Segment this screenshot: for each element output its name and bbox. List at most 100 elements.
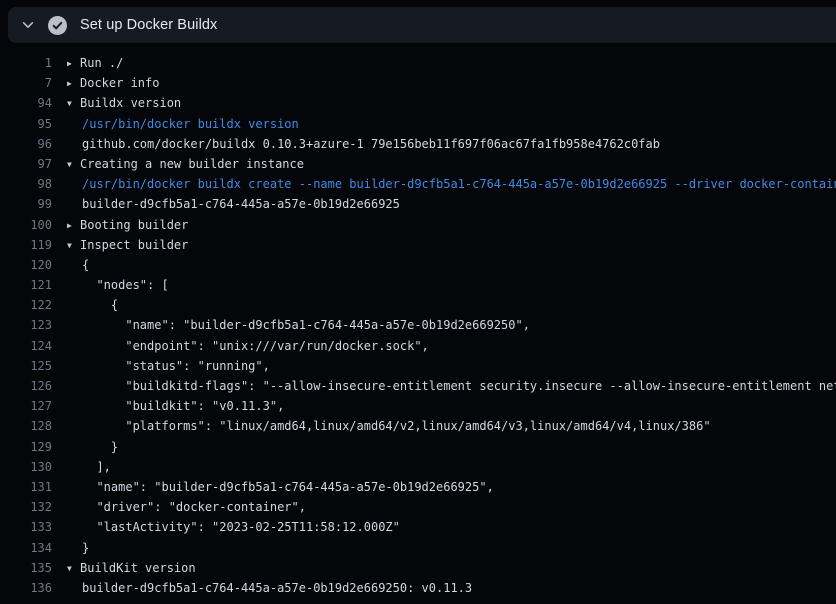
log-text: "name": "builder-d9cfb5a1-c764-445a-a57e… <box>52 315 530 335</box>
log-line: 99builder-d9cfb5a1-c764-445a-a57e-0b19d2… <box>0 194 836 214</box>
command-text: /usr/bin/docker buildx version <box>52 114 299 134</box>
group-title: BuildKit version <box>80 561 196 575</box>
log-text: "buildkitd-flags": "--allow-insecure-ent… <box>52 376 836 396</box>
log-line: 127 "buildkit": "v0.11.3", <box>0 396 836 416</box>
log-text: "platforms": "linux/amd64,linux/amd64/v2… <box>52 416 711 436</box>
triangle-right-icon: ▶ <box>67 216 80 236</box>
step-title: Set up Docker Buildx <box>80 17 217 33</box>
log-line: 124 "endpoint": "unix:///var/run/docker.… <box>0 336 836 356</box>
log-text: } <box>52 538 89 558</box>
log-line: 122 { <box>0 295 836 315</box>
group-title: Creating a new builder instance <box>80 157 304 171</box>
line-number[interactable]: 134 <box>0 538 52 558</box>
log-text: "name": "builder-d9cfb5a1-c764-445a-a57e… <box>52 477 494 497</box>
line-number[interactable]: 99 <box>0 194 52 214</box>
log-line: 125 "status": "running", <box>0 356 836 376</box>
line-number[interactable]: 100 <box>0 215 52 235</box>
log-group-header[interactable]: ▶Run ./ <box>52 53 123 74</box>
line-number[interactable]: 122 <box>0 295 52 315</box>
triangle-right-icon: ▶ <box>67 54 80 74</box>
line-number[interactable]: 96 <box>0 134 52 154</box>
log-lines: 1▶Run ./7▶Docker info94▼Buildx version95… <box>0 53 836 598</box>
log-line: 133 "lastActivity": "2023-02-25T11:58:12… <box>0 517 836 537</box>
log-line: 134} <box>0 538 836 558</box>
line-number[interactable]: 7 <box>0 73 52 93</box>
log-group-header[interactable]: ▶Docker info <box>52 73 159 94</box>
line-number[interactable]: 97 <box>0 154 52 174</box>
line-number[interactable]: 129 <box>0 437 52 457</box>
line-number[interactable]: 128 <box>0 416 52 436</box>
line-number[interactable]: 1 <box>0 53 52 73</box>
log-line: 97▼Creating a new builder instance <box>0 154 836 174</box>
log-text: "buildkit": "v0.11.3", <box>52 396 284 416</box>
triangle-right-icon: ▶ <box>67 74 80 94</box>
group-title: Docker info <box>80 76 159 90</box>
log-group-header[interactable]: ▼BuildKit version <box>52 558 196 579</box>
line-number[interactable]: 135 <box>0 558 52 578</box>
line-number[interactable]: 124 <box>0 336 52 356</box>
log-line: 136builder-d9cfb5a1-c764-445a-a57e-0b19d… <box>0 578 836 598</box>
line-number[interactable]: 127 <box>0 396 52 416</box>
log-text: "lastActivity": "2023-02-25T11:58:12.000… <box>52 517 400 537</box>
log-line: 119▼Inspect builder <box>0 235 836 255</box>
log-line: 129 } <box>0 437 836 457</box>
log-container: 1▶Run ./7▶Docker info94▼Buildx version95… <box>0 43 836 604</box>
chevron-down-icon[interactable] <box>21 18 35 32</box>
log-text: { <box>52 295 118 315</box>
log-text: { <box>52 255 89 275</box>
line-number[interactable]: 132 <box>0 497 52 517</box>
line-number[interactable]: 126 <box>0 376 52 396</box>
log-text: builder-d9cfb5a1-c764-445a-a57e-0b19d2e6… <box>52 194 400 214</box>
log-text: ], <box>52 457 111 477</box>
triangle-down-icon: ▼ <box>67 94 80 114</box>
line-number[interactable]: 121 <box>0 275 52 295</box>
line-number[interactable]: 94 <box>0 93 52 113</box>
log-group-header[interactable]: ▼Creating a new builder instance <box>52 154 304 175</box>
line-number[interactable]: 133 <box>0 517 52 537</box>
log-text: builder-d9cfb5a1-c764-445a-a57e-0b19d2e6… <box>52 578 472 598</box>
log-line: 135▼BuildKit version <box>0 558 836 578</box>
log-group-header[interactable]: ▼Buildx version <box>52 93 181 114</box>
line-number[interactable]: 123 <box>0 315 52 335</box>
log-line: 95/usr/bin/docker buildx version <box>0 114 836 134</box>
log-line: 100▶Booting builder <box>0 215 836 235</box>
group-title: Buildx version <box>80 96 181 110</box>
log-line: 128 "platforms": "linux/amd64,linux/amd6… <box>0 416 836 436</box>
triangle-down-icon: ▼ <box>67 155 80 175</box>
log-text: } <box>52 437 118 457</box>
log-text: "endpoint": "unix:///var/run/docker.sock… <box>52 336 429 356</box>
log-group-header[interactable]: ▼Inspect builder <box>52 235 188 256</box>
line-number[interactable]: 131 <box>0 477 52 497</box>
triangle-down-icon: ▼ <box>67 559 80 579</box>
check-circle-icon <box>48 16 67 35</box>
line-number[interactable]: 119 <box>0 235 52 255</box>
group-title: Booting builder <box>80 218 188 232</box>
log-line: 123 "name": "builder-d9cfb5a1-c764-445a-… <box>0 315 836 335</box>
log-line: 1▶Run ./ <box>0 53 836 73</box>
log-line: 121 "nodes": [ <box>0 275 836 295</box>
log-line: 131 "name": "builder-d9cfb5a1-c764-445a-… <box>0 477 836 497</box>
log-text: github.com/docker/buildx 0.10.3+azure-1 … <box>52 134 660 154</box>
log-line: 94▼Buildx version <box>0 93 836 113</box>
log-text: "status": "running", <box>52 356 270 376</box>
log-line: 120{ <box>0 255 836 275</box>
log-line: 130 ], <box>0 457 836 477</box>
log-group-header[interactable]: ▶Booting builder <box>52 215 188 236</box>
group-title: Run ./ <box>80 56 123 70</box>
log-text: "nodes": [ <box>52 275 169 295</box>
line-number[interactable]: 95 <box>0 114 52 134</box>
log-text: "driver": "docker-container", <box>52 497 306 517</box>
line-number[interactable]: 125 <box>0 356 52 376</box>
line-number[interactable]: 98 <box>0 174 52 194</box>
log-line: 98/usr/bin/docker buildx create --name b… <box>0 174 836 194</box>
log-line: 132 "driver": "docker-container", <box>0 497 836 517</box>
line-number[interactable]: 120 <box>0 255 52 275</box>
log-line: 96github.com/docker/buildx 0.10.3+azure-… <box>0 134 836 154</box>
line-number[interactable]: 136 <box>0 578 52 598</box>
log-line: 126 "buildkitd-flags": "--allow-insecure… <box>0 376 836 396</box>
command-text: /usr/bin/docker buildx create --name bui… <box>52 174 836 194</box>
step-header[interactable]: Set up Docker Buildx <box>8 7 836 43</box>
triangle-down-icon: ▼ <box>67 236 80 256</box>
line-number[interactable]: 130 <box>0 457 52 477</box>
group-title: Inspect builder <box>80 238 188 252</box>
